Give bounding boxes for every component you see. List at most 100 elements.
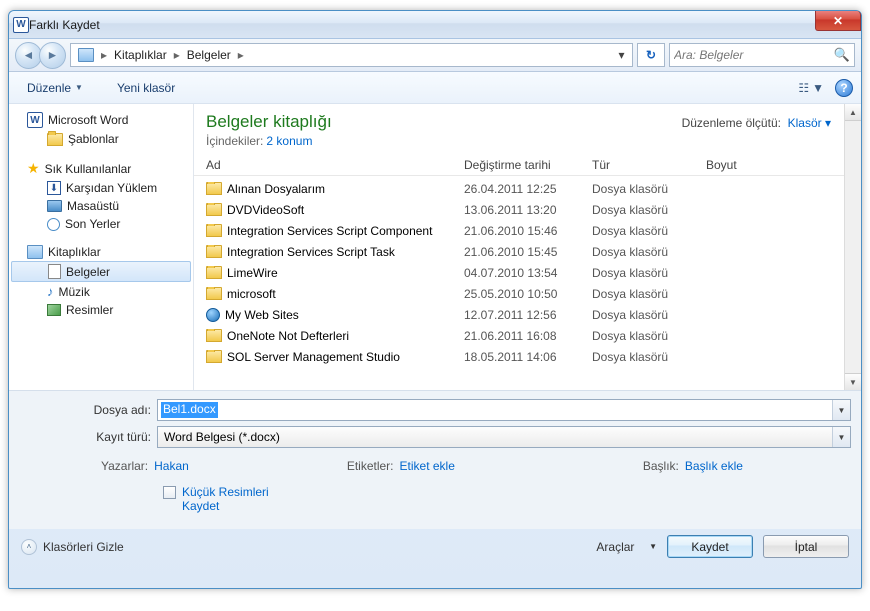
hide-folders-button[interactable]: ˄ Klasörleri Gizle [21,539,124,555]
file-row[interactable]: OneNote Not Defterleri 21.06.2011 16:08Do… [206,325,857,346]
title-value[interactable]: Başlık ekle [685,459,743,473]
cancel-button[interactable]: İptal [763,535,849,558]
library-title: Belgeler kitaplığı [206,112,332,132]
save-button[interactable]: Kaydet [667,535,753,558]
title-label: Başlık: [643,459,679,473]
column-headers[interactable]: Ad Değiştirme tarihi Tür Boyut [194,152,861,176]
file-date: 21.06.2010 15:45 [464,245,592,259]
sidebar-item-favorites[interactable]: ★Sık Kullanılanlar [9,158,193,179]
file-row[interactable]: Alınan Dosyalarım26.04.2011 12:25Dosya k… [206,178,857,199]
titlebar[interactable]: W Farklı Kaydet ✕ [9,11,861,39]
file-name: LimeWire [227,266,278,280]
file-type: Dosya klasörü [592,329,706,343]
sidebar-item-label: Belgeler [66,265,110,279]
back-button[interactable]: ◄ [15,42,42,69]
file-type: Dosya klasörü [592,287,706,301]
sidebar-item-desktop[interactable]: Masaüstü [9,197,193,215]
file-row[interactable]: LimeWire04.07.2010 13:54Dosya klasörü [206,262,857,283]
save-thumbnail-label[interactable]: Küçük Resimleri Kaydet [182,485,269,513]
filename-combobox[interactable]: Bel1.docx ▼ [157,399,851,421]
file-type: Dosya klasörü [592,182,706,196]
arrange-label: Düzenleme ölçütü: [682,116,781,130]
breadcrumb-item[interactable]: Belgeler [182,44,236,66]
file-name: SOL Server Management Studio [227,350,400,364]
file-list[interactable]: Alınan Dosyalarım26.04.2011 12:25Dosya k… [194,176,861,390]
close-icon: ✕ [833,14,843,28]
view-options-button[interactable]: ☷▼ [793,78,829,98]
file-date: 21.06.2010 15:46 [464,224,592,238]
folder-icon [206,224,222,237]
sidebar-item-label: Microsoft Word [48,113,128,127]
column-size[interactable]: Boyut [706,158,786,172]
chevron-right-icon: ▸ [99,48,109,62]
file-date: 04.07.2010 13:54 [464,266,592,280]
file-row[interactable]: DVDVideoSoft13.06.2011 13:20Dosya klasör… [206,199,857,220]
file-row[interactable]: microsoft25.05.2010 10:50Dosya klasörü [206,283,857,304]
vertical-scrollbar[interactable]: ▲ ▼ [844,104,861,390]
sidebar-item-downloads[interactable]: ⬇ Karşıdan Yüklem [9,179,193,197]
sidebar-item-documents[interactable]: Belgeler [11,261,191,282]
file-type: Dosya klasörü [592,203,706,217]
file-row[interactable]: My Web Sites12.07.2011 12:56Dosya klasör… [206,304,857,325]
new-folder-button[interactable]: Yeni klasör [109,77,183,99]
tags-value[interactable]: Etiket ekle [400,459,455,473]
organize-button[interactable]: Düzenle▼ [19,77,91,99]
sidebar-item-label: Karşıdan Yüklem [66,181,157,195]
save-form: Dosya adı: Bel1.docx ▼ Kayıt türü: Word … [9,390,861,529]
column-type[interactable]: Tür [592,158,706,172]
web-icon [206,308,220,322]
chevron-right-icon: ▸ [236,48,246,62]
save-thumbnail-checkbox[interactable] [163,486,176,499]
navigation-sidebar[interactable]: WMicrosoft Word Şablonlar ★Sık Kullanıla… [9,104,194,390]
sidebar-item-music[interactable]: ♪Müzik [9,282,193,301]
search-box[interactable]: 🔍 [669,43,855,67]
download-icon: ⬇ [47,181,61,195]
sidebar-item-libraries[interactable]: Kitaplıklar [9,243,193,261]
column-name[interactable]: Ad [206,158,464,172]
forward-button[interactable]: ► [39,42,66,69]
close-button[interactable]: ✕ [815,11,861,31]
file-name: DVDVideoSoft [227,203,304,217]
document-icon [48,264,61,279]
navigation-bar: ◄ ► ▸ Kitaplıklar ▸ Belgeler ▸ ▾ ↻ 🔍 [9,39,861,72]
file-date: 21.06.2011 16:08 [464,329,592,343]
tools-dropdown[interactable]: Araçlar ▼ [596,540,657,554]
arrange-by-dropdown[interactable]: Klasör ▾ [788,116,831,130]
column-date[interactable]: Değiştirme tarihi [464,158,592,172]
file-row[interactable]: Integration Services Script Task 21.06.20… [206,241,857,262]
filetype-value: Word Belgesi (*.docx) [158,427,832,447]
filename-input[interactable]: Bel1.docx [161,402,218,418]
sidebar-item-label: Masaüstü [67,199,119,213]
folder-icon [206,266,222,279]
scroll-down-button[interactable]: ▼ [845,373,861,390]
sidebar-item-templates[interactable]: Şablonlar [9,130,193,148]
breadcrumb-dropdown[interactable]: ▾ [612,48,630,62]
refresh-icon: ↻ [646,48,656,62]
window-title: Farklı Kaydet [29,18,100,32]
filetype-combobox[interactable]: Word Belgesi (*.docx) ▼ [157,426,851,448]
sidebar-item-pictures[interactable]: Resimler [9,301,193,319]
chevron-down-icon[interactable]: ▼ [832,400,850,420]
file-date: 26.04.2011 12:25 [464,182,592,196]
breadcrumb-item[interactable]: Kitaplıklar [109,44,172,66]
sidebar-item-word[interactable]: WMicrosoft Word [9,110,193,130]
file-name: OneNote Not Defterleri [227,329,349,343]
arrow-right-icon: ► [47,48,59,62]
search-input[interactable] [674,48,834,62]
file-row[interactable]: Integration Services Script Component21.… [206,220,857,241]
includes-link[interactable]: 2 konum [266,134,312,148]
sidebar-item-label: Müzik [59,285,90,299]
authors-value[interactable]: Hakan [154,459,189,473]
file-name: Integration Services Script Task [227,245,395,259]
file-row[interactable]: SOL Server Management Studio18.05.2011 1… [206,346,857,367]
scroll-up-button[interactable]: ▲ [845,104,861,121]
chevron-right-icon: ▸ [172,48,182,62]
chevron-down-icon: ▼ [649,542,657,551]
sidebar-item-label: Resimler [66,303,113,317]
breadcrumb-bar[interactable]: ▸ Kitaplıklar ▸ Belgeler ▸ ▾ [70,43,633,67]
help-button[interactable]: ? [835,79,853,97]
refresh-button[interactable]: ↻ [637,43,665,67]
authors-label: Yazarlar: [101,459,148,473]
chevron-down-icon[interactable]: ▼ [832,427,850,447]
sidebar-item-recent[interactable]: Son Yerler [9,215,193,233]
